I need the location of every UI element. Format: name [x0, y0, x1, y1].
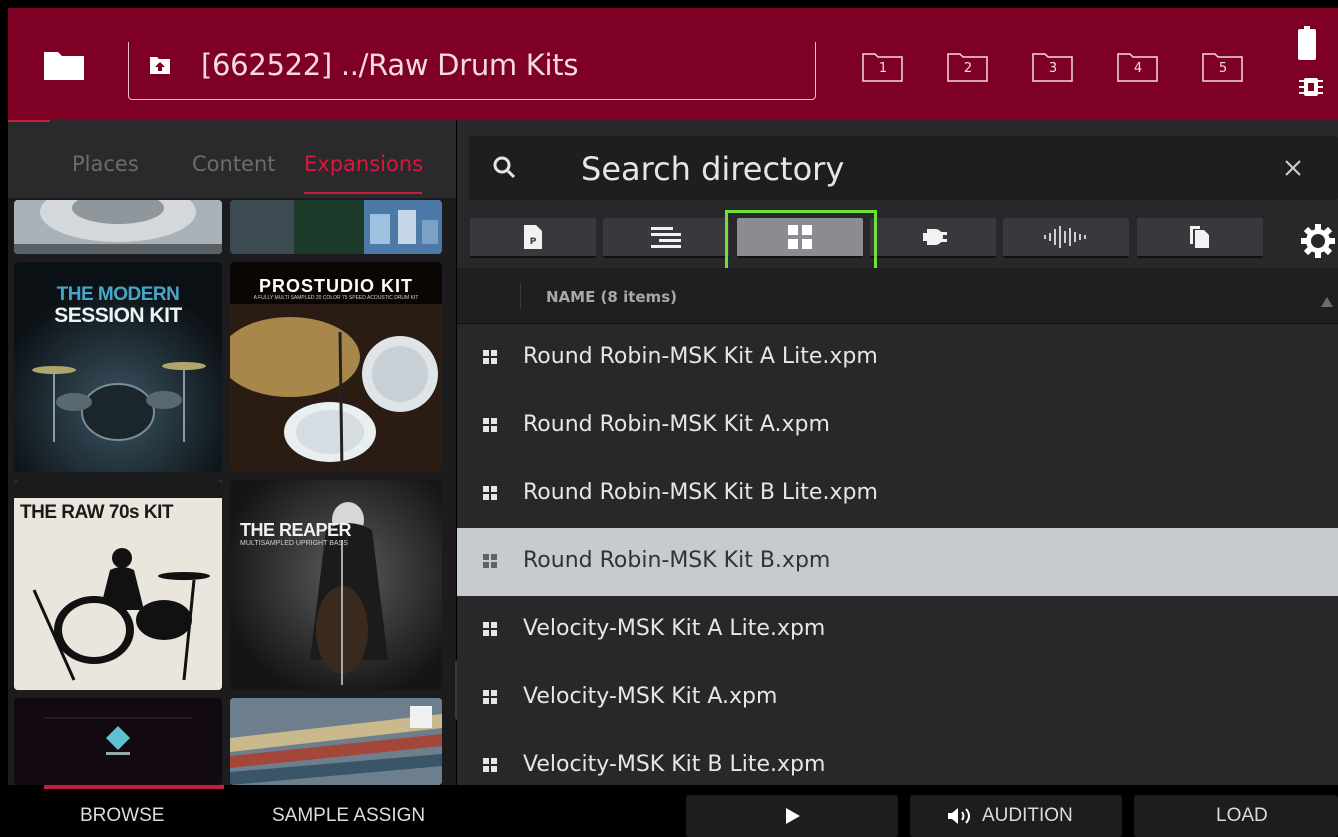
memory-chip-icon	[1298, 74, 1324, 100]
load-label: LOAD	[1216, 805, 1268, 826]
tile-title: THE RAW 70s KIT	[20, 502, 173, 523]
play-button[interactable]	[686, 795, 898, 837]
load-button[interactable]: LOAD	[1134, 795, 1338, 837]
file-row[interactable]: Round Robin-MSK Kit A Lite.xpm	[457, 324, 1338, 392]
type-filter-bar: P	[457, 210, 1338, 288]
favorite-label: 3	[1048, 61, 1058, 76]
name-column-header[interactable]: NAME (8 items)	[546, 288, 677, 306]
file-name: Round Robin-MSK Kit A.xpm	[523, 412, 830, 437]
favorite-folder-1[interactable]: 1	[862, 50, 904, 82]
search-input[interactable]: Search directory	[581, 150, 844, 188]
expansion-tile-vinyl[interactable]	[230, 698, 442, 785]
audition-label: AUDITION	[982, 805, 1073, 826]
expansion-tile-pro-studio-kit[interactable]: PROSTUDIO KIT A FULLY MULTI SAMPLED 20 C…	[230, 262, 442, 472]
file-name: Round Robin-MSK Kit B Lite.xpm	[523, 480, 878, 505]
tab-places[interactable]: Places	[72, 152, 139, 176]
battery-icon	[1298, 26, 1316, 60]
close-icon[interactable]	[1283, 158, 1303, 178]
program-icon: P	[524, 225, 542, 249]
drum-program-icon	[483, 554, 497, 568]
file-row[interactable]: Velocity-MSK Kit A.xpm	[457, 664, 1338, 732]
active-tab-indicator	[304, 192, 422, 194]
browse-tab[interactable]: BROWSE	[80, 805, 164, 827]
favorite-folder-4[interactable]: 4	[1117, 50, 1159, 82]
list-header[interactable]: NAME (8 items)	[457, 268, 1338, 324]
file-name: Velocity-MSK Kit A.xpm	[523, 684, 778, 709]
folder-icon[interactable]	[42, 48, 86, 82]
file-row[interactable]: Velocity-MSK Kit A Lite.xpm	[457, 596, 1338, 664]
tile-subtitle: SESSION KIT	[54, 304, 182, 327]
tile-subtitle: MULTISAMPLED UPRIGHT BASS	[240, 540, 348, 547]
favorite-label: 5	[1218, 61, 1228, 76]
source-tabs: Places Content Expansions	[8, 120, 456, 198]
bottom-bar: BROWSE SAMPLE ASSIGN AUDITION LOAD	[0, 795, 1338, 837]
tile-title: THE MODERN	[56, 284, 180, 305]
play-icon	[786, 808, 800, 824]
plugin-icon	[923, 229, 947, 245]
tab-content[interactable]: Content	[192, 152, 276, 176]
drum-program-icon	[483, 486, 497, 500]
filter-sequence-button[interactable]	[603, 218, 729, 258]
grid-icon	[788, 225, 812, 249]
tab-expansions[interactable]: Expansions	[304, 152, 423, 176]
folder-up-icon[interactable]	[149, 54, 171, 76]
column-separator	[520, 284, 521, 308]
drum-program-icon	[483, 622, 497, 636]
drum-program-icon	[483, 690, 497, 704]
browser-panel: Search directory P NAME (8 items) Round …	[457, 120, 1338, 785]
accent-line	[8, 120, 50, 122]
favorite-label: 1	[878, 61, 888, 76]
filter-all-files-button[interactable]	[1137, 218, 1263, 258]
svg-text:P: P	[530, 237, 537, 247]
expansion-tile-raw-70s-kit[interactable]: THE RAW 70s KIT	[14, 480, 222, 690]
filter-sample-button[interactable]	[1003, 218, 1129, 258]
favorite-label: 2	[963, 61, 973, 76]
file-row[interactable]: Velocity-MSK Kit B Lite.xpm	[457, 732, 1338, 800]
search-bar[interactable]: Search directory	[469, 136, 1338, 200]
drum-program-icon	[483, 350, 497, 364]
copy-icon	[1190, 226, 1209, 248]
path-field[interactable]: [662522] ../Raw Drum Kits	[128, 42, 816, 100]
favorite-label: 4	[1133, 61, 1143, 76]
expansion-tile-reaper[interactable]: THE REAPER MULTISAMPLED UPRIGHT BASS	[230, 480, 442, 690]
search-icon	[491, 154, 519, 182]
current-path: [662522] ../Raw Drum Kits	[201, 48, 579, 82]
speaker-icon	[948, 808, 970, 824]
file-row-selected[interactable]: Round Robin-MSK Kit B.xpm	[457, 528, 1338, 596]
filter-grid-button[interactable]	[737, 218, 863, 258]
expansion-tile-downbeat[interactable]	[14, 200, 222, 254]
drum-program-icon	[483, 758, 497, 772]
expansion-tile-dark-logo[interactable]	[14, 698, 222, 785]
filter-plugin-button[interactable]	[870, 218, 996, 258]
file-name: Round Robin-MSK Kit A Lite.xpm	[523, 344, 878, 369]
expansion-tile-collage[interactable]	[230, 200, 442, 254]
page-indicator	[44, 785, 224, 789]
sequence-icon	[651, 227, 681, 248]
top-bar: [662522] ../Raw Drum Kits 1 2 3 4 5	[8, 8, 1338, 120]
sample-assign-tab[interactable]: SAMPLE ASSIGN	[272, 805, 425, 827]
file-name: Velocity-MSK Kit A Lite.xpm	[523, 616, 826, 641]
file-name: Round Robin-MSK Kit B.xpm	[523, 548, 831, 573]
expansions-panel: Places Content Expansions THE MODERN SES…	[8, 120, 461, 789]
favorite-folder-2[interactable]: 2	[947, 50, 989, 82]
file-row[interactable]: Round Robin-MSK Kit B Lite.xpm	[457, 460, 1338, 528]
drum-program-icon	[483, 418, 497, 432]
waveform-icon	[1044, 226, 1086, 248]
favorite-folder-5[interactable]: 5	[1202, 50, 1244, 82]
favorite-folder-3[interactable]: 3	[1032, 50, 1074, 82]
tile-title: THE REAPER	[240, 520, 352, 540]
gear-icon[interactable]	[1301, 224, 1335, 258]
sort-ascending-icon[interactable]	[1321, 292, 1333, 307]
file-row[interactable]: Round Robin-MSK Kit A.xpm	[457, 392, 1338, 460]
expansion-tile-modern-session-kit[interactable]: THE MODERN SESSION KIT	[14, 262, 222, 472]
filter-program-button[interactable]: P	[470, 218, 596, 258]
file-name: Velocity-MSK Kit B Lite.xpm	[523, 752, 826, 777]
tile-subtitle: A FULLY MULTI SAMPLED 20 COLOR 75 SPEED …	[253, 295, 419, 301]
audition-button[interactable]: AUDITION	[910, 795, 1122, 837]
tile-title: PROSTUDIO KIT	[258, 276, 413, 296]
